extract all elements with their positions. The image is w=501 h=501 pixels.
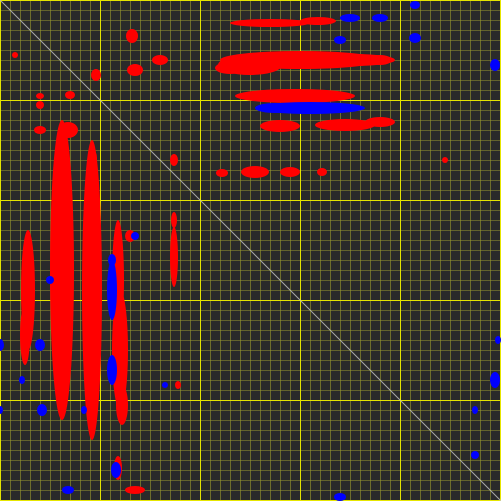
positive-peak (260, 120, 300, 132)
negative-peak (372, 14, 388, 22)
positive-peak (300, 17, 336, 25)
negative-peak (490, 59, 500, 71)
positive-peak (241, 166, 269, 178)
positive-peak (36, 101, 44, 109)
negative-peak (490, 372, 500, 388)
positive-peak (59, 152, 67, 168)
negative-peak (409, 33, 421, 43)
positive-peak (170, 154, 178, 166)
positive-peak (20, 305, 30, 365)
negative-peak (46, 276, 54, 284)
negative-peak (107, 355, 117, 385)
positive-peak (65, 91, 75, 99)
contour-plot-frame (0, 0, 501, 501)
positive-peak (280, 167, 300, 177)
positive-peak (235, 89, 355, 103)
positive-peak (368, 55, 392, 65)
negative-peak (410, 1, 420, 9)
negative-peak (131, 232, 139, 240)
positive-peak (12, 52, 18, 58)
negative-peak (334, 493, 346, 501)
positive-peak (127, 64, 143, 76)
negative-peak (107, 260, 117, 320)
positive-peak (36, 93, 44, 99)
positive-peak (125, 486, 145, 494)
positive-peak (317, 168, 327, 176)
negative-peak (81, 406, 87, 414)
positive-peak (442, 157, 448, 163)
positive-peak (171, 212, 177, 228)
positive-peak (58, 122, 78, 138)
positive-peak (365, 117, 395, 127)
negative-peak (111, 462, 121, 478)
positive-peak (215, 62, 245, 74)
negative-peak (162, 382, 168, 388)
positive-peak (82, 140, 102, 440)
positive-peak (170, 227, 178, 287)
positive-peak (91, 69, 101, 81)
positive-peak (230, 19, 310, 27)
positive-peak (216, 169, 228, 177)
contour-plot (0, 0, 501, 501)
negative-peak (471, 451, 479, 459)
negative-peak (334, 36, 346, 44)
negative-peak (340, 14, 360, 22)
negative-peak (35, 339, 45, 351)
positive-peak (152, 55, 168, 65)
negative-peak (62, 486, 74, 494)
positive-peak (34, 126, 46, 134)
negative-peak (108, 254, 116, 266)
positive-peak (175, 381, 181, 389)
negative-peak (472, 406, 478, 414)
negative-peak (255, 103, 295, 113)
negative-peak (19, 376, 25, 384)
positive-peak (116, 385, 128, 425)
positive-peak (126, 29, 138, 43)
positive-peak (89, 150, 97, 166)
negative-peak (37, 404, 47, 416)
negative-peak (495, 336, 501, 344)
